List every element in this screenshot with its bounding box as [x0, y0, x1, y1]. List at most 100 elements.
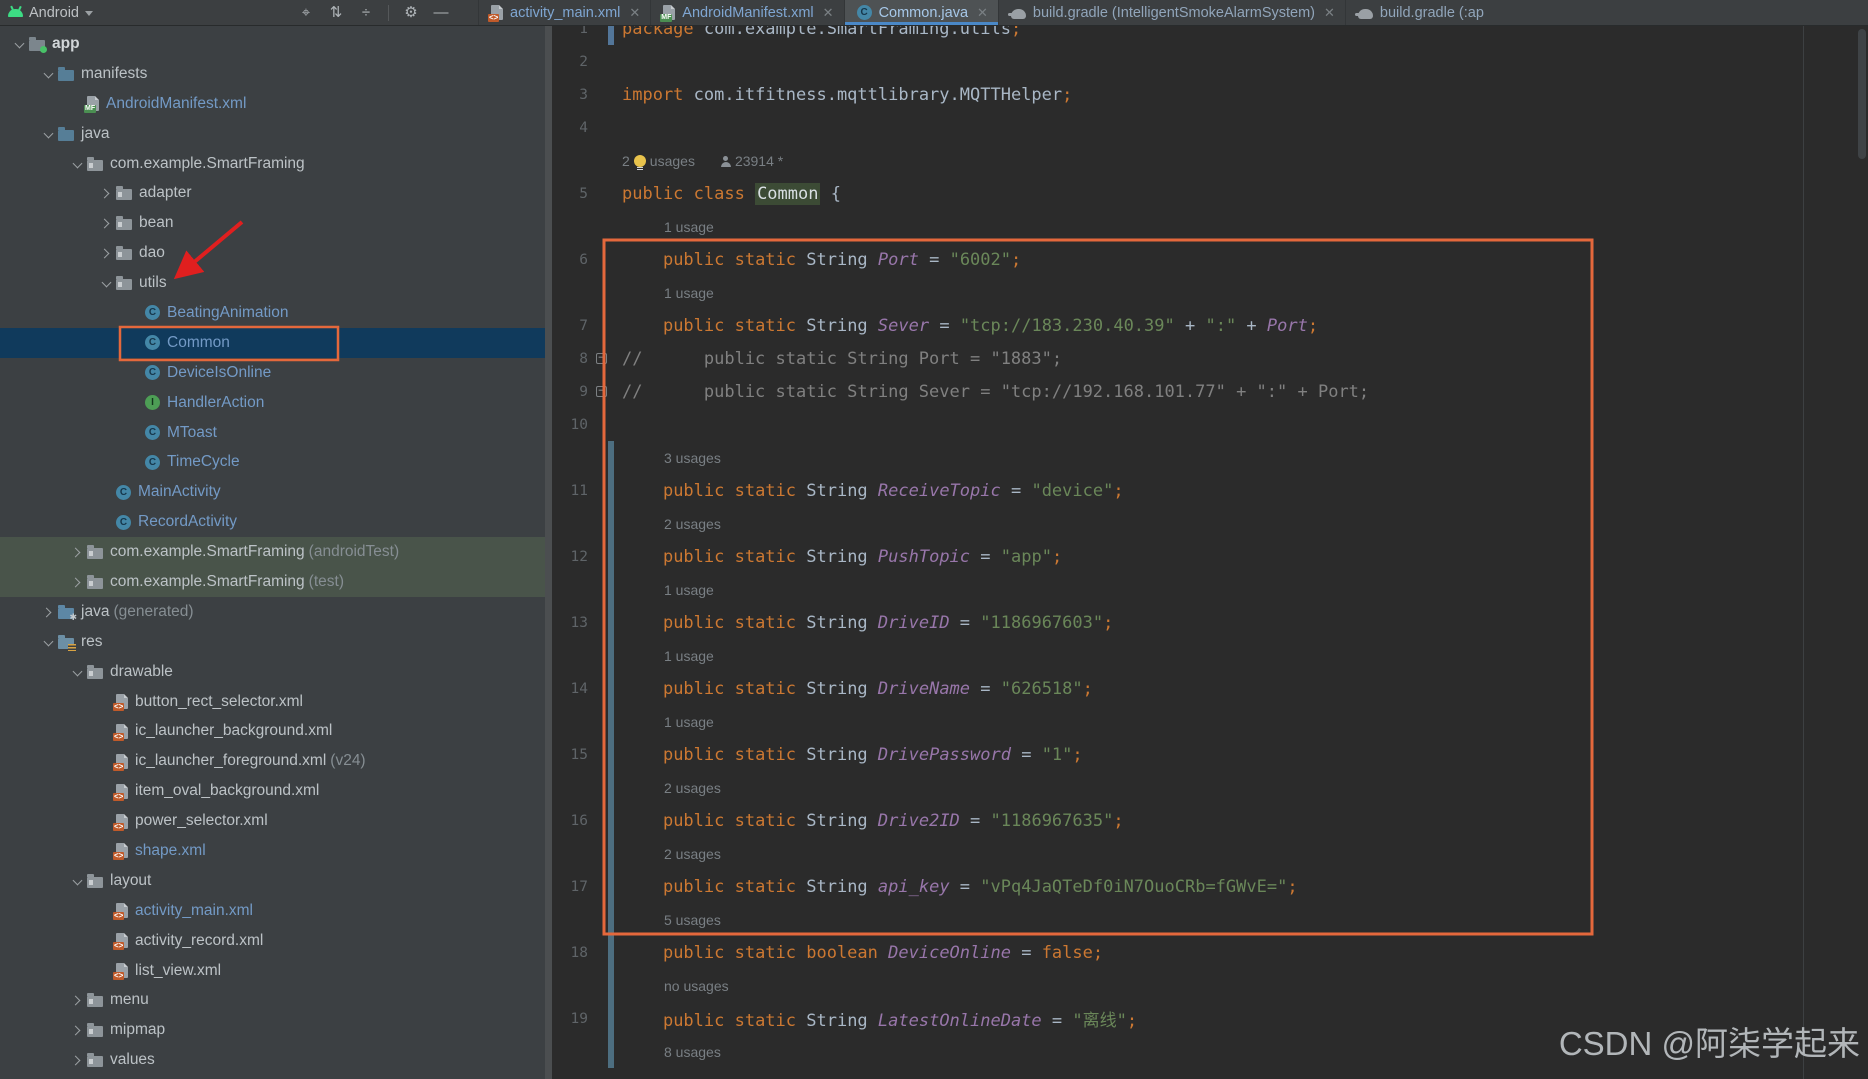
tree-item-label: res	[81, 633, 103, 651]
chevron-right-icon[interactable]	[70, 544, 87, 560]
package-folder-icon	[87, 548, 103, 559]
chevron-down-icon[interactable]	[12, 36, 29, 52]
tab-build-gradle-ap[interactable]: build.gradle (:ap	[1345, 0, 1494, 25]
tree-item-utils[interactable]: utils	[0, 268, 545, 298]
tab-androidmanifest-xml[interactable]: MFAndroidManifest.xml✕	[650, 0, 843, 25]
editor-scrollbar[interactable]	[1858, 29, 1866, 159]
close-icon[interactable]: ✕	[977, 5, 988, 21]
locate-file-icon[interactable]: ⌖	[298, 0, 314, 25]
tree-item-androidmanifest-xml[interactable]: MFAndroidManifest.xml	[0, 89, 545, 119]
code-editor[interactable]: 1package com.example.SmartFraming.utils;…	[552, 25, 1868, 1079]
chevron-down-icon[interactable]	[99, 275, 116, 291]
project-view-selector[interactable]: Android	[8, 0, 93, 25]
chevron-down-icon[interactable]	[70, 156, 87, 172]
chevron-right-icon[interactable]	[70, 1022, 87, 1038]
tree-item-handleraction[interactable]: IHandlerAction	[0, 388, 545, 418]
inlay-line: 2usages23914 *	[552, 144, 1868, 177]
project-tree-panel[interactable]: appmanifestsMFAndroidManifest.xmljavacom…	[0, 25, 545, 1079]
tree-item-mipmap[interactable]: mipmap	[0, 1015, 545, 1045]
tree-item-layout[interactable]: layout	[0, 866, 545, 896]
tree-item-app[interactable]: app	[0, 29, 545, 59]
tree-item-activity-record-xml[interactable]: <>activity_record.xml	[0, 926, 545, 956]
tab-activity-main-xml[interactable]: <>activity_main.xml✕	[478, 0, 650, 25]
line-number: 18	[552, 945, 594, 961]
tree-item-drawable[interactable]: drawable	[0, 657, 545, 687]
tree-item-com-example-smartframing[interactable]: com.example.SmartFraming(androidTest)	[0, 537, 545, 567]
tab-build-gradle-intelligentsmokealarmsystem-[interactable]: build.gradle (IntelligentSmokeAlarmSyste…	[998, 0, 1345, 25]
tree-item-label: dao	[139, 244, 165, 262]
settings-icon[interactable]: ⚙	[403, 0, 419, 25]
tree-item-deviceisonline[interactable]: CDeviceIsOnline	[0, 358, 545, 388]
close-icon[interactable]: ✕	[823, 5, 834, 21]
usages-inlay: 2 usages	[614, 846, 721, 862]
line-number: 13	[552, 615, 594, 631]
tree-item-ic-launcher-background-xml[interactable]: <>ic_launcher_background.xml	[0, 716, 545, 746]
tree-item-shape-xml[interactable]: <>shape.xml	[0, 836, 545, 866]
package-folder-icon	[87, 1056, 103, 1067]
tree-item-manifests[interactable]: manifests	[0, 59, 545, 89]
tree-item-ic-launcher-foreground-xml[interactable]: <>ic_launcher_foreground.xml(v24)	[0, 746, 545, 776]
tree-item-label: drawable	[110, 663, 173, 681]
intention-bulb-icon[interactable]	[634, 155, 646, 167]
chevron-right-icon[interactable]	[99, 215, 116, 231]
tree-item-res[interactable]: res	[0, 627, 545, 657]
hide-panel-icon[interactable]: —	[433, 0, 449, 25]
expand-all-icon[interactable]: ⇅	[328, 0, 344, 25]
tree-item-adapter[interactable]: adapter	[0, 178, 545, 208]
close-icon[interactable]: ✕	[1324, 5, 1335, 21]
tree-item-mtoast[interactable]: CMToast	[0, 418, 545, 448]
code-line: 9// public static String Sever = "tcp://…	[552, 375, 1868, 408]
tree-item-button-rect-selector-xml[interactable]: <>button_rect_selector.xml	[0, 687, 545, 717]
usages-inlay: no usages	[614, 978, 729, 994]
chevron-down-icon[interactable]	[41, 634, 58, 650]
chevron-right-icon[interactable]	[41, 604, 58, 620]
tree-item-common[interactable]: CCommon	[0, 328, 545, 358]
class-icon: C	[857, 5, 872, 20]
fold-icon[interactable]	[596, 353, 607, 364]
close-icon[interactable]: ✕	[629, 5, 640, 21]
code-line: 16 public static String Drive2ID = "1186…	[552, 804, 1868, 837]
chevron-right-icon[interactable]	[99, 185, 116, 201]
tree-item-label: button_rect_selector.xml	[135, 693, 303, 711]
tree-item-mainactivity[interactable]: CMainActivity	[0, 477, 545, 507]
collapse-all-icon[interactable]: ÷	[358, 0, 374, 25]
chevron-right-icon[interactable]	[70, 992, 87, 1008]
chevron-right-icon[interactable]	[70, 1052, 87, 1068]
chevron-right-icon[interactable]	[99, 245, 116, 261]
tree-item-item-oval-background-xml[interactable]: <>item_oval_background.xml	[0, 776, 545, 806]
tree-item-list-view-xml[interactable]: <>list_view.xml	[0, 956, 545, 986]
chevron-down-icon[interactable]	[70, 664, 87, 680]
package-folder-icon	[87, 996, 103, 1007]
chevron-down-icon[interactable]	[41, 126, 58, 142]
tree-item-java[interactable]: java(generated)	[0, 597, 545, 627]
tree-item-java[interactable]: java	[0, 119, 545, 149]
tree-item-menu[interactable]: menu	[0, 986, 545, 1016]
tree-item-label: bean	[139, 214, 173, 232]
code-text: // public static String Port = "1883";	[614, 349, 1062, 369]
chevron-right-icon[interactable]	[70, 574, 87, 590]
tree-item-bean[interactable]: bean	[0, 208, 545, 238]
tree-item-power-selector-xml[interactable]: <>power_selector.xml	[0, 806, 545, 836]
tree-item-label: com.example.SmartFraming	[110, 543, 305, 561]
tree-item-beatinganimation[interactable]: CBeatingAnimation	[0, 298, 545, 328]
tree-item-com-example-smartframing[interactable]: com.example.SmartFraming(test)	[0, 567, 545, 597]
tree-item-activity-main-xml[interactable]: <>activity_main.xml	[0, 896, 545, 926]
code-text: public static String PushTopic = "app";	[614, 547, 1062, 567]
fold-gutter	[594, 386, 608, 397]
tree-item-label: TimeCycle	[167, 453, 240, 471]
chevron-down-icon[interactable]	[70, 873, 87, 889]
class-icon: C	[145, 455, 160, 470]
tree-item-timecycle[interactable]: C TimeCycle	[0, 447, 545, 477]
tree-item-recordactivity[interactable]: CRecordActivity	[0, 507, 545, 537]
panel-splitter[interactable]	[545, 25, 552, 1079]
tree-item-dao[interactable]: dao	[0, 238, 545, 268]
source-folder-icon	[58, 130, 74, 141]
code-text: public static String Sever = "tcp://183.…	[614, 316, 1318, 336]
fold-icon[interactable]	[596, 386, 607, 397]
tab-common-java[interactable]: CCommon.java✕	[844, 0, 998, 25]
tree-item-com-example-smartframing[interactable]: com.example.SmartFraming	[0, 149, 545, 179]
tree-item-label: com.example.SmartFraming	[110, 573, 305, 591]
chevron-down-icon[interactable]	[41, 66, 58, 82]
tree-item-values[interactable]: values	[0, 1045, 545, 1075]
tree-item-label: values	[110, 1051, 155, 1069]
